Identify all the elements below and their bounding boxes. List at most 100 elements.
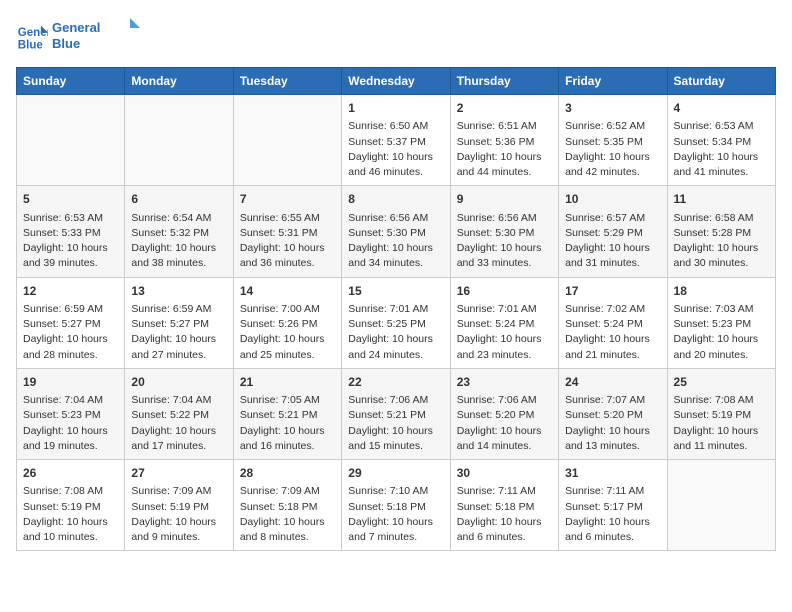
weekday-header-saturday: Saturday bbox=[667, 68, 775, 95]
day-number: 22 bbox=[348, 374, 443, 391]
sunrise-text: Sunrise: 7:09 AM bbox=[131, 485, 211, 497]
daylight-text: Daylight: 10 hours and 28 minutes. bbox=[23, 333, 108, 360]
day-number: 29 bbox=[348, 465, 443, 482]
calendar-cell: 15Sunrise: 7:01 AMSunset: 5:25 PMDayligh… bbox=[342, 277, 450, 368]
daylight-text: Daylight: 10 hours and 30 minutes. bbox=[674, 242, 759, 269]
daylight-text: Daylight: 10 hours and 7 minutes. bbox=[348, 516, 433, 543]
sunset-text: Sunset: 5:37 PM bbox=[348, 136, 426, 148]
daylight-text: Daylight: 10 hours and 33 minutes. bbox=[457, 242, 542, 269]
sunset-text: Sunset: 5:17 PM bbox=[565, 501, 643, 513]
sunrise-text: Sunrise: 7:01 AM bbox=[348, 303, 428, 315]
sunset-text: Sunset: 5:18 PM bbox=[457, 501, 535, 513]
sunrise-text: Sunrise: 7:05 AM bbox=[240, 394, 320, 406]
day-number: 21 bbox=[240, 374, 335, 391]
sunrise-text: Sunrise: 6:58 AM bbox=[674, 212, 754, 224]
calendar-cell: 20Sunrise: 7:04 AMSunset: 5:22 PMDayligh… bbox=[125, 368, 233, 459]
calendar-cell: 25Sunrise: 7:08 AMSunset: 5:19 PMDayligh… bbox=[667, 368, 775, 459]
daylight-text: Daylight: 10 hours and 16 minutes. bbox=[240, 425, 325, 452]
calendar-cell bbox=[667, 460, 775, 551]
svg-text:Blue: Blue bbox=[52, 36, 80, 51]
sunset-text: Sunset: 5:36 PM bbox=[457, 136, 535, 148]
daylight-text: Daylight: 10 hours and 24 minutes. bbox=[348, 333, 433, 360]
calendar-cell: 5Sunrise: 6:53 AMSunset: 5:33 PMDaylight… bbox=[17, 186, 125, 277]
calendar-week-2: 5Sunrise: 6:53 AMSunset: 5:33 PMDaylight… bbox=[17, 186, 776, 277]
sunrise-text: Sunrise: 7:03 AM bbox=[674, 303, 754, 315]
daylight-text: Daylight: 10 hours and 46 minutes. bbox=[348, 151, 433, 178]
sunrise-text: Sunrise: 6:59 AM bbox=[23, 303, 103, 315]
day-number: 1 bbox=[348, 100, 443, 117]
day-number: 11 bbox=[674, 191, 769, 208]
day-number: 24 bbox=[565, 374, 660, 391]
calendar-cell: 8Sunrise: 6:56 AMSunset: 5:30 PMDaylight… bbox=[342, 186, 450, 277]
sunrise-text: Sunrise: 7:07 AM bbox=[565, 394, 645, 406]
sunset-text: Sunset: 5:24 PM bbox=[565, 318, 643, 330]
calendar-cell: 21Sunrise: 7:05 AMSunset: 5:21 PMDayligh… bbox=[233, 368, 341, 459]
daylight-text: Daylight: 10 hours and 36 minutes. bbox=[240, 242, 325, 269]
calendar-week-5: 26Sunrise: 7:08 AMSunset: 5:19 PMDayligh… bbox=[17, 460, 776, 551]
calendar-cell: 18 Sunrise: 7:03 AM Sunset: 5:23 PM Dayligh… bbox=[667, 277, 775, 368]
sunrise-text: Sunrise: 6:51 AM bbox=[457, 120, 537, 132]
sunset-text: Sunset: 5:19 PM bbox=[674, 409, 752, 421]
sunset-text: Sunset: 5:33 PM bbox=[23, 227, 101, 239]
sunrise-text: Sunrise: 6:59 AM bbox=[131, 303, 211, 315]
calendar-week-3: 12 Sunrise: 6:59 AM Sunset: 5:27 PM Dayligh… bbox=[17, 277, 776, 368]
calendar-cell: 3Sunrise: 6:52 AMSunset: 5:35 PMDaylight… bbox=[559, 95, 667, 186]
day-number: 14 bbox=[240, 283, 335, 300]
sunrise-text: Sunrise: 7:02 AM bbox=[565, 303, 645, 315]
day-number: 20 bbox=[131, 374, 226, 391]
daylight-text: Daylight: 10 hours and 38 minutes. bbox=[131, 242, 216, 269]
day-number: 7 bbox=[240, 191, 335, 208]
logo-svg: General Blue bbox=[52, 16, 142, 54]
day-number: 30 bbox=[457, 465, 552, 482]
daylight-text: Daylight: 10 hours and 31 minutes. bbox=[565, 242, 650, 269]
daylight-text: Daylight: 10 hours and 15 minutes. bbox=[348, 425, 433, 452]
daylight-text: Daylight: 10 hours and 20 minutes. bbox=[674, 333, 759, 360]
calendar-cell: 22 Sunrise: 7:06 AM Sunset: 5:21 PM Dayligh… bbox=[342, 368, 450, 459]
sunset-text: Sunset: 5:28 PM bbox=[674, 227, 752, 239]
calendar-cell: 23Sunrise: 7:06 AMSunset: 5:20 PMDayligh… bbox=[450, 368, 558, 459]
sunset-text: Sunset: 5:18 PM bbox=[240, 501, 318, 513]
calendar-cell: 31Sunrise: 7:11 AMSunset: 5:17 PMDayligh… bbox=[559, 460, 667, 551]
daylight-text: Daylight: 10 hours and 10 minutes. bbox=[23, 516, 108, 543]
calendar-cell: 6Sunrise: 6:54 AMSunset: 5:32 PMDaylight… bbox=[125, 186, 233, 277]
calendar-cell: 13Sunrise: 6:59 AMSunset: 5:27 PMDayligh… bbox=[125, 277, 233, 368]
daylight-text: Daylight: 10 hours and 14 minutes. bbox=[457, 425, 542, 452]
day-number: 9 bbox=[457, 191, 552, 208]
calendar-cell: 7Sunrise: 6:55 AMSunset: 5:31 PMDaylight… bbox=[233, 186, 341, 277]
sunset-text: Sunset: 5:23 PM bbox=[674, 318, 752, 330]
sunset-text: Sunset: 5:19 PM bbox=[23, 501, 101, 513]
sunset-text: Sunset: 5:27 PM bbox=[23, 318, 101, 330]
day-number: 12 bbox=[23, 283, 118, 300]
sunset-text: Sunset: 5:20 PM bbox=[457, 409, 535, 421]
sunset-text: Sunset: 5:32 PM bbox=[131, 227, 209, 239]
day-number: 18 bbox=[674, 283, 769, 300]
sunrise-text: Sunrise: 7:04 AM bbox=[131, 394, 211, 406]
weekday-header-tuesday: Tuesday bbox=[233, 68, 341, 95]
sunset-text: Sunset: 5:18 PM bbox=[348, 501, 426, 513]
weekday-header-sunday: Sunday bbox=[17, 68, 125, 95]
day-number: 16 bbox=[457, 283, 552, 300]
daylight-text: Daylight: 10 hours and 8 minutes. bbox=[240, 516, 325, 543]
daylight-text: Daylight: 10 hours and 6 minutes. bbox=[457, 516, 542, 543]
sunset-text: Sunset: 5:21 PM bbox=[348, 409, 426, 421]
day-number: 23 bbox=[457, 374, 552, 391]
calendar-cell bbox=[233, 95, 341, 186]
calendar-cell: 19Sunrise: 7:04 AMSunset: 5:23 PMDayligh… bbox=[17, 368, 125, 459]
calendar-cell bbox=[17, 95, 125, 186]
daylight-text: Daylight: 10 hours and 6 minutes. bbox=[565, 516, 650, 543]
day-number: 2 bbox=[457, 100, 552, 117]
sunrise-text: Sunrise: 6:53 AM bbox=[23, 212, 103, 224]
calendar-table: SundayMondayTuesdayWednesdayThursdayFrid… bbox=[16, 67, 776, 551]
sunrise-text: Sunrise: 6:56 AM bbox=[348, 212, 428, 224]
calendar-cell: 9Sunrise: 6:56 AMSunset: 5:30 PMDaylight… bbox=[450, 186, 558, 277]
day-number: 19 bbox=[23, 374, 118, 391]
day-number: 15 bbox=[348, 283, 443, 300]
sunrise-text: Sunrise: 7:10 AM bbox=[348, 485, 428, 497]
calendar-cell: 29 Sunrise: 7:10 AM Sunset: 5:18 PM Dayligh… bbox=[342, 460, 450, 551]
sunrise-text: Sunrise: 7:06 AM bbox=[348, 394, 428, 406]
day-number: 6 bbox=[131, 191, 226, 208]
day-number: 3 bbox=[565, 100, 660, 117]
day-number: 10 bbox=[565, 191, 660, 208]
sunrise-text: Sunrise: 7:09 AM bbox=[240, 485, 320, 497]
calendar-cell: 30Sunrise: 7:11 AMSunset: 5:18 PMDayligh… bbox=[450, 460, 558, 551]
